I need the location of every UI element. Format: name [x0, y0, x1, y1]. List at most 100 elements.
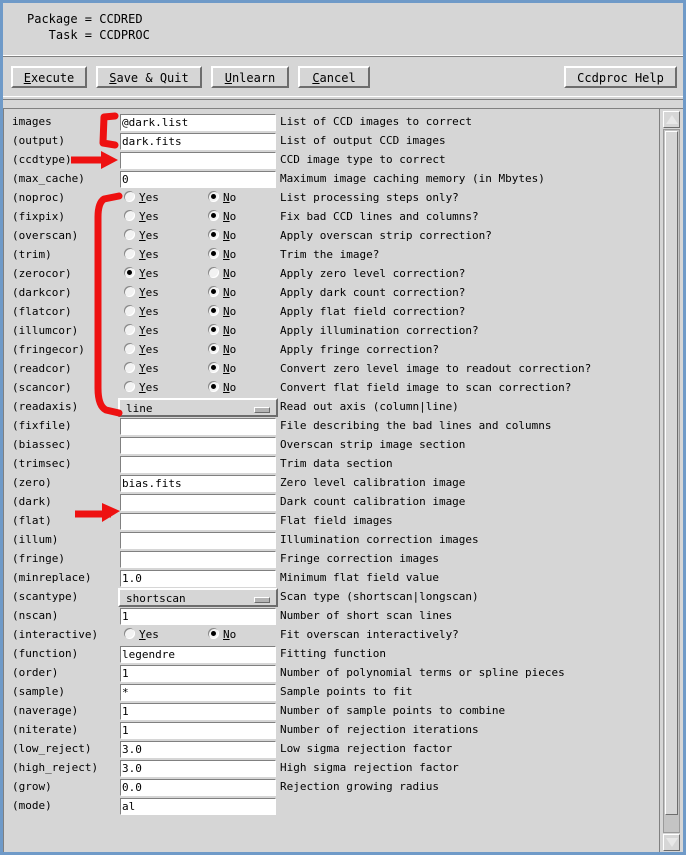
param-label: (interactive) [12, 628, 99, 641]
param-radio-no[interactable]: No [208, 305, 236, 320]
param-radio-no[interactable]: No [208, 286, 236, 301]
param-entry-input[interactable]: dark.fits [120, 133, 276, 150]
option-menu-indicator-icon [254, 597, 270, 603]
param-entry-input[interactable]: 1 [120, 665, 276, 682]
param-entry-input[interactable] [120, 532, 276, 549]
param-entry-input[interactable]: 1 [120, 722, 276, 739]
cancel-button[interactable]: Cancel [298, 66, 370, 88]
param-entry-input[interactable]: legendre [120, 646, 276, 663]
param-radio-no[interactable]: No [208, 362, 236, 377]
execute-button[interactable]: Execute [11, 66, 87, 88]
scrollbar-track[interactable] [663, 129, 680, 833]
param-radio-yes[interactable]: Yes [124, 286, 159, 301]
param-row: (illum) Illumination correction images [4, 531, 659, 550]
radio-indicator-icon [124, 210, 135, 221]
radio-indicator-icon [208, 305, 219, 316]
param-description: Apply flat field correction? [280, 305, 466, 318]
param-description: Apply dark count correction? [280, 286, 466, 299]
param-radio-yes[interactable]: Yes [124, 628, 159, 643]
param-entry-input[interactable] [120, 551, 276, 568]
param-label: (fixpix) [12, 210, 65, 223]
param-row: (darkcor) Yes No Apply dark count correctio… [4, 284, 659, 303]
radio-label: Yes [139, 628, 159, 641]
param-label: (flatcor) [12, 305, 72, 318]
param-entry-input[interactable]: @dark.list [120, 114, 276, 131]
param-label: (high_reject) [12, 761, 99, 774]
param-radio-yes[interactable]: Yes [124, 210, 159, 225]
param-option-menu[interactable]: shortscan [118, 588, 278, 607]
radio-label: No [223, 362, 237, 375]
param-entry-input[interactable]: bias.fits [120, 475, 276, 492]
param-entry-input[interactable] [120, 418, 276, 435]
param-radio-no[interactable]: No [208, 381, 236, 396]
param-description: Trim data section [280, 457, 393, 470]
param-radio-yes[interactable]: Yes [124, 324, 159, 339]
radio-indicator-icon [124, 362, 135, 373]
param-entry-input[interactable] [120, 437, 276, 454]
param-entry-input[interactable]: 1 [120, 608, 276, 625]
param-radio-yes[interactable]: Yes [124, 381, 159, 396]
save-and-quit-button[interactable]: Save & Quit [96, 66, 202, 88]
param-row: (order) 1 Number of polynomial terms or sp… [4, 664, 659, 683]
scroll-up-button[interactable] [663, 111, 680, 128]
param-description: Apply illumination correction? [280, 324, 479, 337]
param-description: Convert zero level image to readout corr… [280, 362, 592, 375]
param-radio-no[interactable]: No [208, 229, 236, 244]
param-entry-input[interactable] [120, 513, 276, 530]
param-radio-yes[interactable]: Yes [124, 267, 159, 282]
param-entry-input[interactable]: 1.0 [120, 570, 276, 587]
param-row: (interactive) Yes No Fit overscan interacti… [4, 626, 659, 645]
param-label: (trim) [12, 248, 52, 261]
param-radio-yes[interactable]: Yes [124, 248, 159, 263]
param-radio-no[interactable]: No [208, 267, 236, 282]
param-entry-input[interactable] [120, 456, 276, 473]
param-description: Apply zero level correction? [280, 267, 466, 280]
parameter-rows-container: images @dark.list List of CCD images to co… [4, 109, 659, 852]
package-line: Package = CCDRED [27, 12, 143, 26]
task-help-button[interactable]: Ccdproc Help [564, 66, 677, 88]
radio-indicator-icon [124, 267, 135, 278]
radio-indicator-icon [124, 305, 135, 316]
param-entry-input[interactable]: * [120, 684, 276, 701]
param-radio-no[interactable]: No [208, 628, 236, 643]
param-radio-no[interactable]: No [208, 210, 236, 225]
param-radio-no[interactable]: No [208, 343, 236, 358]
vertical-scrollbar[interactable] [659, 109, 683, 852]
param-label: (fringecor) [12, 343, 85, 356]
param-entry-input[interactable]: al [120, 798, 276, 815]
param-description: Number of rejection iterations [280, 723, 479, 736]
param-radio-yes[interactable]: Yes [124, 191, 159, 206]
param-label: (noproc) [12, 191, 65, 204]
radio-indicator-icon [124, 628, 135, 639]
param-entry-input[interactable]: 1 [120, 703, 276, 720]
param-entry-input[interactable]: 3.0 [120, 741, 276, 758]
radio-indicator-icon [208, 267, 219, 278]
param-radio-yes[interactable]: Yes [124, 343, 159, 358]
toolbar-separator [3, 96, 683, 100]
param-label: (minreplace) [12, 571, 92, 584]
param-radio-no[interactable]: No [208, 324, 236, 339]
scroll-down-button[interactable] [663, 834, 680, 851]
param-row: (nscan) 1 Number of short scan lines [4, 607, 659, 626]
param-row: (naverage) 1 Number of sample points to co… [4, 702, 659, 721]
param-entry-input[interactable] [120, 494, 276, 511]
param-radio-yes[interactable]: Yes [124, 305, 159, 320]
param-row: (fringe) Fringe correction images [4, 550, 659, 569]
param-entry-input[interactable]: 0.0 [120, 779, 276, 796]
param-radio-yes[interactable]: Yes [124, 229, 159, 244]
scrollbar-thumb[interactable] [665, 131, 678, 815]
param-entry-input[interactable] [120, 152, 276, 169]
param-radio-yes[interactable]: Yes [124, 362, 159, 377]
param-row: (grow) 0.0 Rejection growing radius [4, 778, 659, 797]
param-radio-no[interactable]: No [208, 191, 236, 206]
param-option-menu[interactable]: line [118, 398, 278, 417]
param-entry-input[interactable]: 0 [120, 171, 276, 188]
param-description: Fringe correction images [280, 552, 439, 565]
execute-button-label-rest: xecute [30, 71, 75, 85]
param-entry-input[interactable]: 3.0 [120, 760, 276, 777]
param-row: (minreplace) 1.0 Minimum flat field value [4, 569, 659, 588]
radio-indicator-icon [124, 286, 135, 297]
unlearn-button[interactable]: Unlearn [211, 66, 289, 88]
param-radio-no[interactable]: No [208, 248, 236, 263]
radio-indicator-icon [208, 248, 219, 259]
